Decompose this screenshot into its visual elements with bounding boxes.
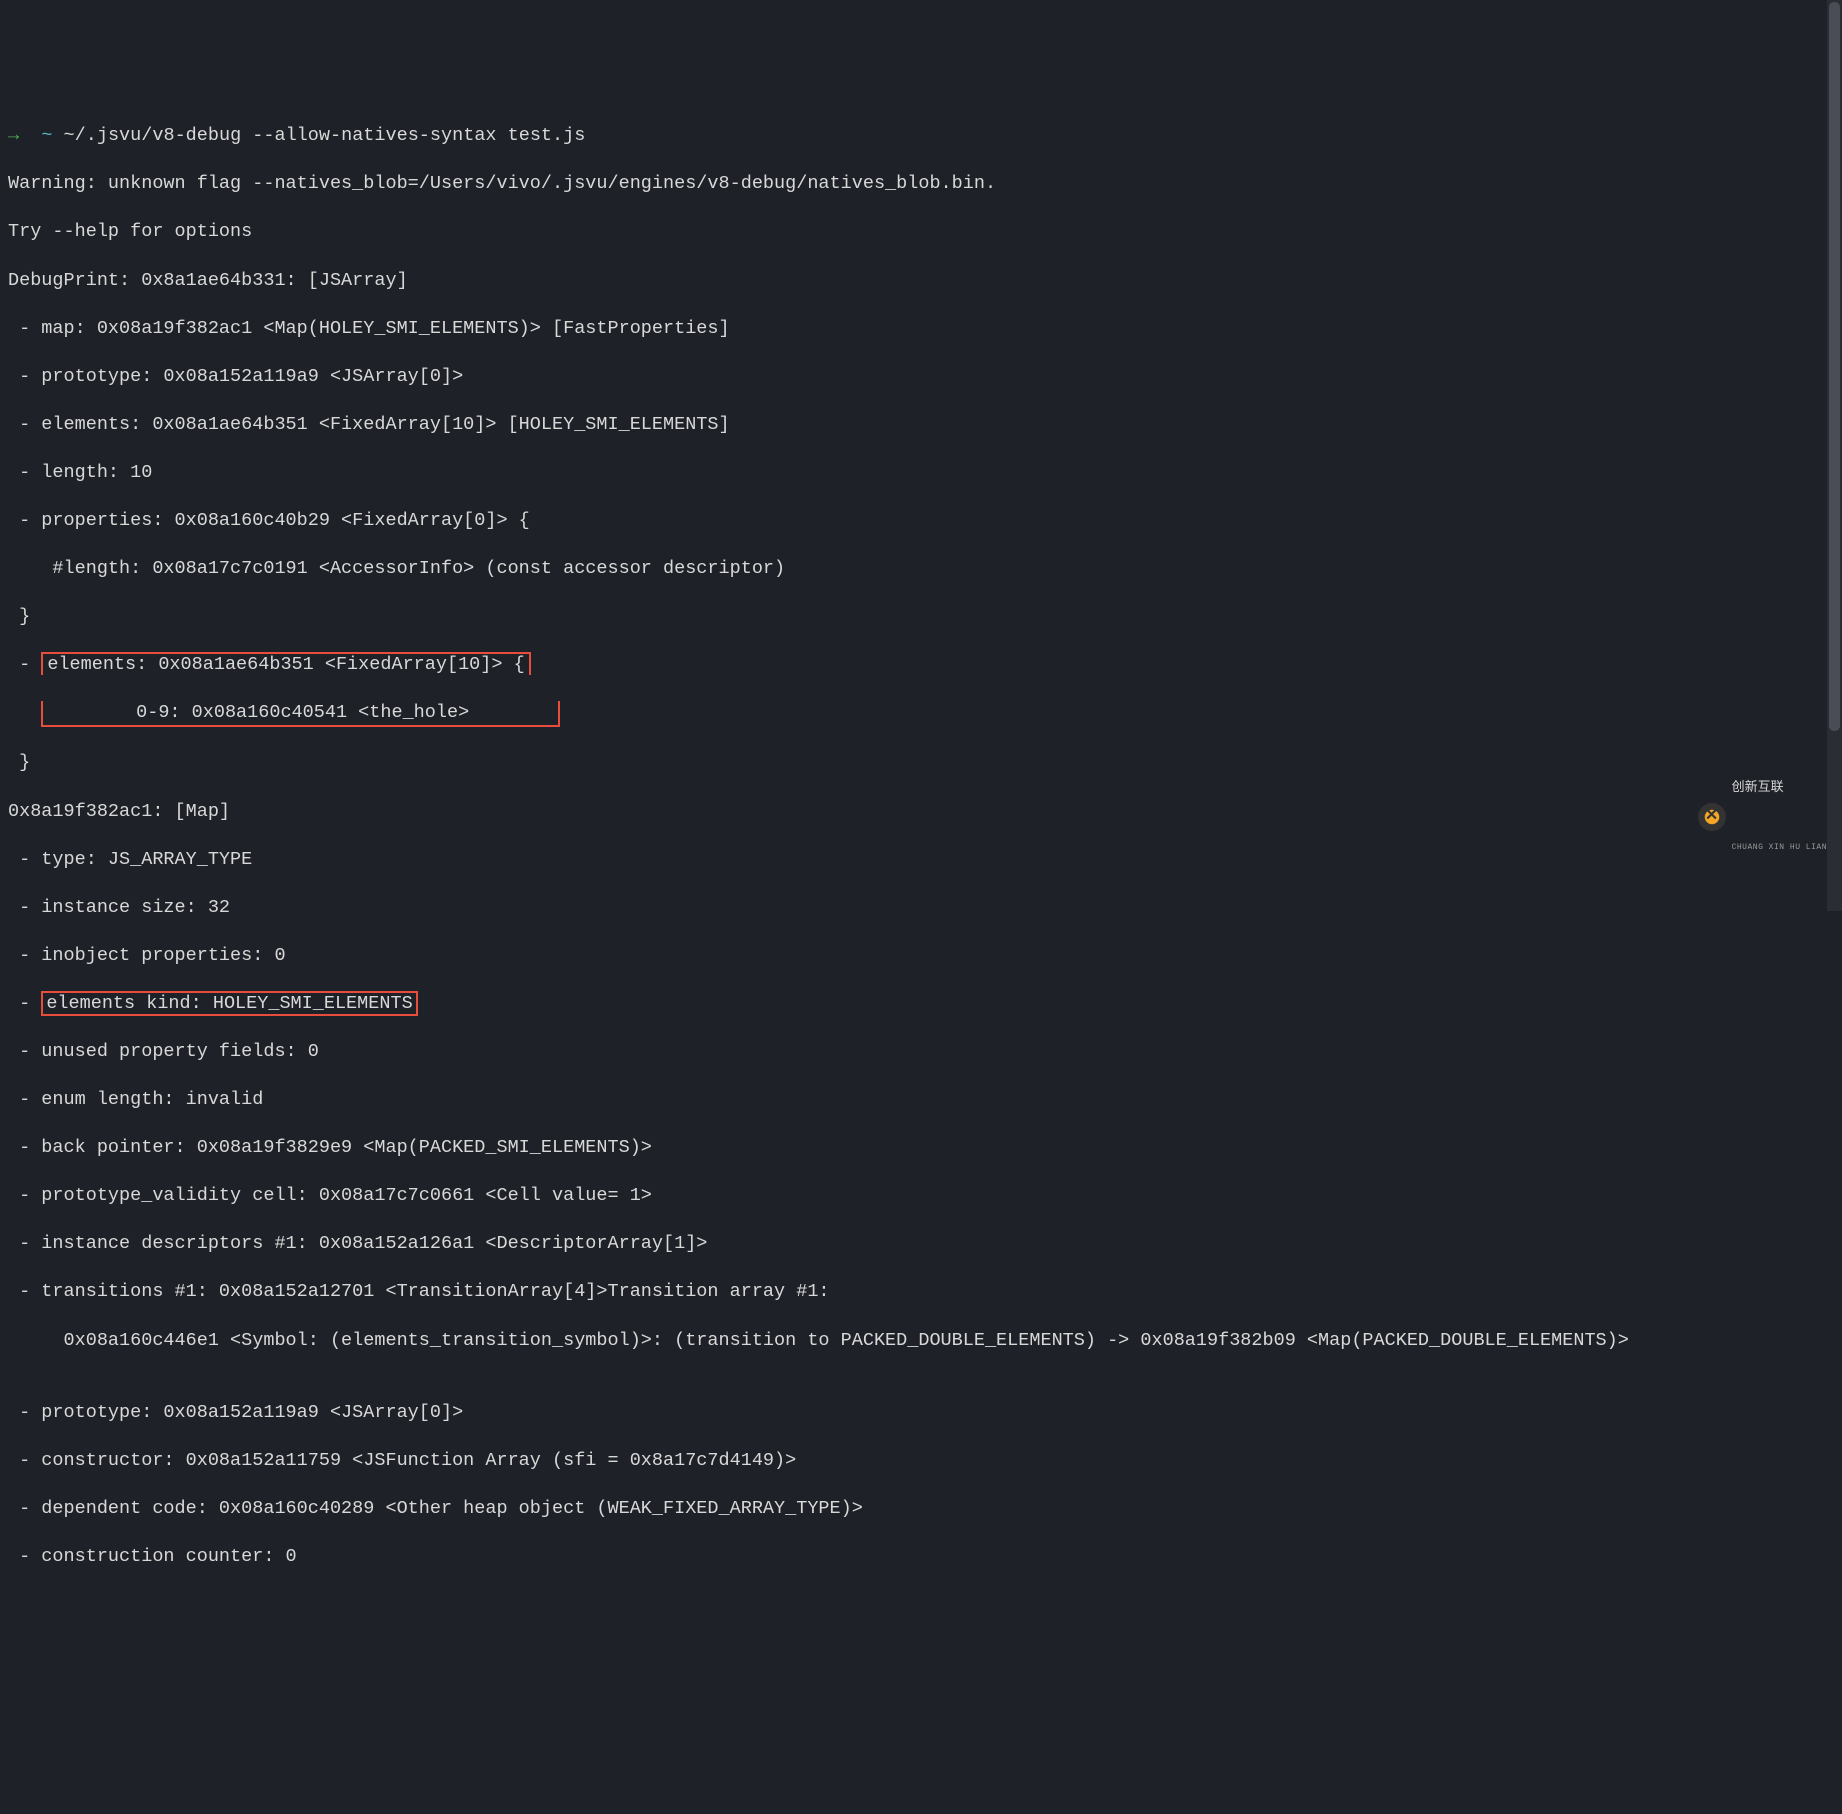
output-line: - transitions #1: 0x08a152a12701 <Transi… [8, 1280, 1834, 1304]
highlighted-elements-block: - elements: 0x08a1ae64b351 <FixedArray[1… [8, 653, 1834, 677]
output-line: - instance size: 32 [8, 896, 1834, 920]
output-line: - unused property fields: 0 [8, 1040, 1834, 1064]
output-line: DebugPrint: 0x8a1ae64b331: [JSArray] [8, 269, 1834, 293]
output-line: - type: JS_ARRAY_TYPE [8, 848, 1834, 872]
line-prefix: - [8, 654, 41, 675]
output-line: - prototype_validity cell: 0x08a17c7c066… [8, 1184, 1834, 1208]
output-line: - map: 0x08a19f382ac1 <Map(HOLEY_SMI_ELE… [8, 317, 1834, 341]
output-line: Try --help for options [8, 220, 1834, 244]
output-line: 0x08a160c446e1 <Symbol: (elements_transi… [8, 1329, 1834, 1353]
highlight-box-2: elements kind: HOLEY_SMI_ELEMENTS [41, 991, 417, 1016]
output-line: - length: 10 [8, 461, 1834, 485]
highlight-top: elements: 0x08a1ae64b351 <FixedArray[10]… [41, 652, 530, 675]
output-line: #length: 0x08a17c7c0191 <AccessorInfo> (… [8, 557, 1834, 581]
logo-icon: ✕ [1698, 803, 1726, 831]
output-line: - construction counter: 0 [8, 1545, 1834, 1569]
watermark-logo: ✕ 创新互联 CHUANG XIN HU LIAN [1698, 732, 1827, 901]
terminal-output: → ~ ~/.jsvu/v8-debug --allow-natives-syn… [8, 100, 1834, 1593]
output-line: - properties: 0x08a160c40b29 <FixedArray… [8, 509, 1834, 533]
output-line: - enum length: invalid [8, 1088, 1834, 1112]
output-line: - inobject properties: 0 [8, 944, 1834, 968]
output-line: - instance descriptors #1: 0x08a152a126a… [8, 1232, 1834, 1256]
output-line: - constructor: 0x08a152a11759 <JSFunctio… [8, 1449, 1834, 1473]
logo-text-sub: CHUANG XIN HU LIAN [1732, 843, 1827, 853]
scrollbar-thumb[interactable] [1829, 2, 1840, 731]
scrollbar-track[interactable] [1827, 0, 1842, 911]
output-line: } [8, 751, 1834, 775]
highlighted-elements-block: 0-9: 0x08a160c40541 <the_hole> [8, 701, 1834, 727]
output-line: - back pointer: 0x08a19f3829e9 <Map(PACK… [8, 1136, 1834, 1160]
highlighted-elements-kind: - elements kind: HOLEY_SMI_ELEMENTS [8, 992, 1834, 1016]
output-line: - prototype: 0x08a152a119a9 <JSArray[0]> [8, 1401, 1834, 1425]
command-text: ~/.jsvu/v8-debug --allow-natives-syntax … [64, 125, 586, 146]
output-line: - elements: 0x08a1ae64b351 <FixedArray[1… [8, 413, 1834, 437]
output-line: 0x8a19f382ac1: [Map] [8, 800, 1834, 824]
output-line: Warning: unknown flag --natives_blob=/Us… [8, 172, 1834, 196]
prompt-line: → ~ ~/.jsvu/v8-debug --allow-natives-syn… [8, 124, 1834, 148]
output-line: - dependent code: 0x08a160c40289 <Other … [8, 1497, 1834, 1521]
prompt-arrow-icon: → [8, 125, 19, 146]
logo-text-main: 创新互联 [1732, 780, 1827, 794]
line-prefix: - [8, 993, 41, 1014]
output-line: - prototype: 0x08a152a119a9 <JSArray[0]> [8, 365, 1834, 389]
output-line: } [8, 605, 1834, 629]
prompt-tilde: ~ [41, 125, 52, 146]
highlight-bottom: 0-9: 0x08a160c40541 <the_hole> [41, 701, 560, 727]
